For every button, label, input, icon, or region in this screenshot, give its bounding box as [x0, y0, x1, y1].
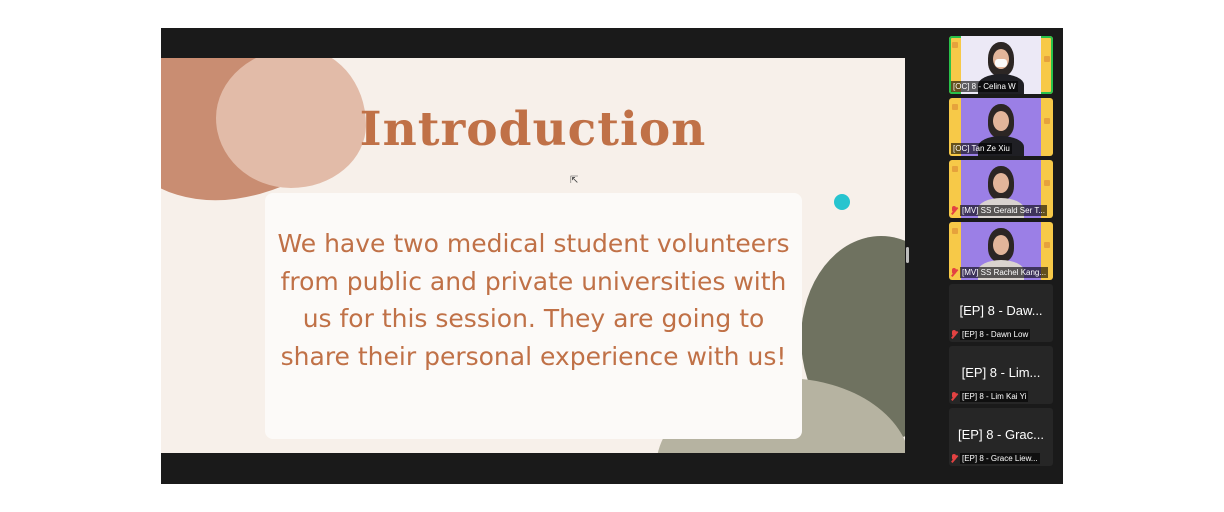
participant-name-label: [OC] 8 - Celina W	[951, 80, 1018, 92]
accent-dot	[834, 194, 850, 210]
decoration	[952, 166, 958, 172]
participant-name-label: [MV] SS Rachel Kang...	[951, 266, 1051, 278]
mic-muted-icon	[951, 205, 957, 215]
participant-name-label: [EP] 8 - Lim Kai Yi	[951, 390, 1051, 402]
decoration	[1044, 56, 1050, 62]
meeting-window: Introduction We have two medical student…	[161, 28, 1063, 484]
participant-tile[interactable]: [EP] 8 - Daw... [EP] 8 - Dawn Low	[949, 284, 1053, 342]
slide-title: Introduction	[359, 102, 707, 157]
participant-display-name: [EP] 8 - Grac...	[958, 427, 1044, 442]
mouse-pointer-icon: ⇱	[570, 175, 579, 186]
participant-name-label: [EP] 8 - Dawn Low	[951, 328, 1051, 340]
decoration	[1044, 242, 1050, 248]
decoration	[1044, 118, 1050, 124]
panel-resize-handle[interactable]	[906, 247, 909, 263]
participant-tile[interactable]: [EP] 8 - Lim... [EP] 8 - Lim Kai Yi	[949, 346, 1053, 404]
participant-name-label: [MV] SS Gerald Ser T...	[951, 204, 1051, 216]
participant-display-name: [EP] 8 - Daw...	[959, 303, 1043, 318]
mic-muted-icon	[951, 391, 957, 401]
participant-face	[993, 111, 1009, 131]
face-mask	[995, 59, 1007, 67]
participant-tile[interactable]: [MV] SS Gerald Ser T...	[949, 160, 1053, 218]
participant-face	[993, 173, 1009, 193]
participant-tile[interactable]: [MV] SS Rachel Kang...	[949, 222, 1053, 280]
shared-slide: Introduction We have two medical student…	[161, 58, 905, 453]
mic-muted-icon	[951, 329, 957, 339]
participant-face	[993, 235, 1009, 255]
participant-name-label: [EP] 8 - Grace Liew...	[951, 452, 1051, 464]
mic-muted-icon	[951, 453, 957, 463]
participant-tile[interactable]: [EP] 8 - Grac... [EP] 8 - Grace Liew...	[949, 408, 1053, 466]
decoration	[952, 42, 958, 48]
participant-tile[interactable]: [OC] Tan Ze Xiu	[949, 98, 1053, 156]
decoration	[1044, 180, 1050, 186]
decoration	[952, 228, 958, 234]
mic-muted-icon	[951, 267, 957, 277]
participant-display-name: [EP] 8 - Lim...	[961, 365, 1041, 380]
slide-body-text: We have two medical student volunteers f…	[277, 229, 790, 371]
participant-tile[interactable]: [OC] 8 - Celina W	[949, 36, 1053, 94]
decoration	[952, 104, 958, 110]
text-card: We have two medical student volunteers f…	[265, 193, 802, 439]
participant-name-label: [OC] Tan Ze Xiu	[951, 142, 1012, 154]
